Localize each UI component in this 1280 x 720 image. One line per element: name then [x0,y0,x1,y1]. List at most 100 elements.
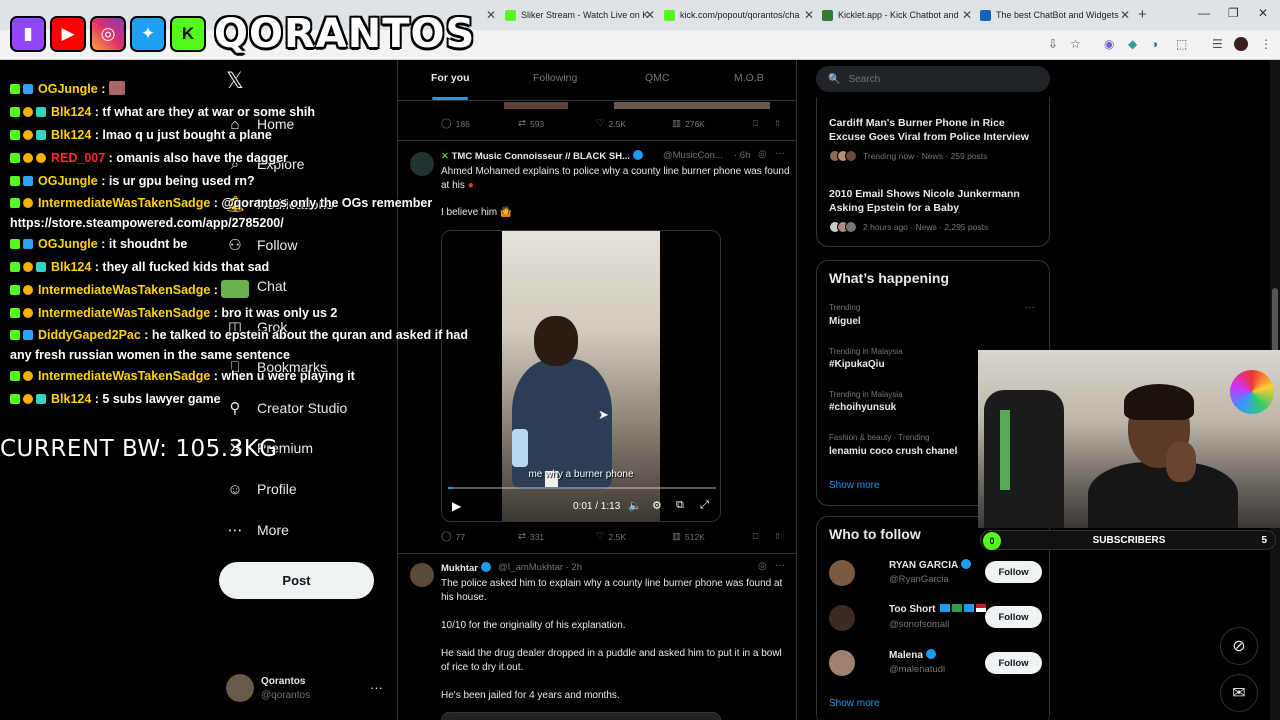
tab-qmc[interactable]: QMC [645,72,670,84]
cursor-icon: ➤ [598,407,609,422]
close-icon[interactable]: ✕ [962,8,972,22]
follow-button[interactable]: Follow [985,652,1042,674]
reply-button[interactable]: ◯ 77 [441,531,465,542]
trend-item[interactable]: lenamiu coco crush chanel [829,446,957,457]
more-icon[interactable]: ··· [1025,302,1035,313]
minimize-icon[interactable]: — [1198,6,1210,20]
trend-context: Trending in Malaysia [829,390,903,399]
browser-tab-2[interactable]: kick.com/popout/qorantos/cha ✕ [664,3,814,27]
grok-icon[interactable]: ◎ [758,561,767,572]
fullscreen-icon[interactable]: ⤢ [700,499,709,512]
chat-message: IntermediateWasTakenSadge : [10,279,470,302]
post-button[interactable]: Post [219,562,374,599]
grok-icon[interactable]: ⊘ [1220,627,1258,665]
webcam-person [1166,442,1196,482]
news-title[interactable]: Cardiff Man's Burner Phone in Rice Excus… [829,116,1043,144]
flag-icon [976,604,987,612]
nav-item-profile[interactable]: ☺ Profile [226,477,296,501]
extension-icon[interactable]: ◉ [1104,37,1114,51]
video-bottle [512,429,528,467]
pip-icon[interactable]: ⧉ [676,499,684,512]
install-icon[interactable]: ⇩ [1048,37,1058,51]
tab-mob[interactable]: M.O.B [734,72,764,84]
more-icon[interactable]: ··· [370,680,383,695]
media-thumbnail[interactable] [614,102,770,109]
avatar[interactable] [410,563,434,587]
follow-suggestion-name[interactable]: Too Short [889,604,987,615]
kebab-menu-icon[interactable]: ⋮ [1260,37,1272,51]
verified-icon [633,150,644,160]
panel-title: What’s happening [829,270,950,286]
avatar[interactable] [829,650,855,676]
repost-button[interactable]: ⇄ 331 [518,531,544,542]
media-thumbnail[interactable] [504,102,568,109]
video-player[interactable]: me why a burner phone ▶ 0:01 / 1:13 🔈 ⚙ … [441,230,721,522]
follow-button[interactable]: Follow [985,561,1042,583]
chat-badge-icon [36,262,46,272]
account-name[interactable]: Qorantos [261,676,305,687]
search-input[interactable]: 🔍 Search [816,66,1050,92]
views-button[interactable]: ▥ 512K [672,531,705,542]
grok-icon[interactable]: ◎ [758,149,767,160]
show-more-link[interactable]: Show more [829,480,880,491]
avatar[interactable] [829,605,855,631]
play-icon[interactable]: ▶ [452,499,461,513]
like-button[interactable]: ♡ 2.5K [596,118,626,129]
trend-item[interactable]: Miguel [829,316,861,327]
share-icon[interactable]: ⇧ [774,531,781,542]
avatar[interactable] [829,560,855,586]
window-close-icon[interactable]: ✕ [1258,6,1268,20]
bookmark-icon[interactable]: ⎕ [753,531,758,542]
tab-following[interactable]: Following [533,72,577,84]
video-progress[interactable] [448,487,716,489]
follow-suggestion-name[interactable]: RYAN GARCIA [889,559,974,571]
messages-icon[interactable]: ✉ [1220,674,1258,712]
chat-badge-icon [23,153,33,163]
more-icon[interactable]: ··· [775,148,785,159]
media-icon[interactable]: ☰ [1212,37,1223,51]
bookmark-star-icon[interactable]: ☆ [1070,37,1081,51]
more-icon[interactable]: ··· [775,560,785,571]
browser-tab-1[interactable]: Sliker Stream - Watch Live on K ✕ [505,3,655,27]
tweet-handle[interactable]: @MusicCon... [663,150,723,161]
share-icon[interactable]: ⇧ [774,118,781,129]
follow-suggestion-name[interactable]: Malena [889,649,939,661]
avatar[interactable] [1234,37,1248,51]
close-icon[interactable]: ✕ [804,8,814,22]
chat-badge-icon [23,308,33,318]
chat-badge-icon [10,198,20,208]
tweet-actions: ◯ 186 ⇄ 593 ♡ 2.5K ▥ 276K ⎕ ⇧ [441,118,791,132]
trend-item[interactable]: #KipukaQiu [829,359,885,370]
browser-tab-3[interactable]: Kicklet.app - Kick Chatbot and ✕ [822,3,972,27]
show-more-link[interactable]: Show more [829,698,880,709]
repost-button[interactable]: ⇄ 593 [518,118,544,129]
close-icon[interactable]: ✕ [1120,8,1130,22]
like-button[interactable]: ♡ 2.5K [596,531,626,542]
news-title[interactable]: 2010 Email Shows Nicole Junkermann Askin… [829,187,1043,215]
volume-icon[interactable]: 🔈 [628,499,642,512]
new-tab-icon[interactable]: + [1138,6,1147,23]
tweet-author[interactable]: ✕ TMC Music Connoisseur // BLACK SH... [441,150,646,162]
tweet-time[interactable]: · 6h [734,150,750,161]
extension-icon[interactable]: ◗ [1152,37,1159,51]
tab-close-icon[interactable]: ✕ [486,3,500,27]
browser-tab-4[interactable]: The best ChatBot and Widgets ✕ [980,3,1130,27]
nav-item-more[interactable]: ⋯ More [226,518,289,542]
settings-icon[interactable]: ⚙ [652,499,662,512]
nav-label: More [257,522,289,538]
follow-button[interactable]: Follow [985,606,1042,628]
maximize-icon[interactable]: ❐ [1228,6,1239,20]
tweet-author[interactable]: Mukhtar [441,562,494,574]
video-progress-fill [448,487,454,489]
close-icon[interactable]: ✕ [645,8,655,22]
views-button[interactable]: ▥ 276K [672,118,705,129]
avatar[interactable] [226,674,254,702]
extension-icon[interactable]: ◆ [1128,37,1137,51]
chat-text: : they all fucked kids that sad [91,260,270,274]
tweet-media[interactable] [441,712,721,720]
puzzle-icon[interactable]: ⬚ [1176,37,1187,51]
trend-item[interactable]: #choihyunsuk [829,402,896,413]
chat-text: : is ur gpu being used rn? [97,174,255,188]
tweet-handle[interactable]: @I_amMukhtar · 2h [498,562,582,573]
bookmark-icon[interactable]: ⎕ [753,118,758,129]
